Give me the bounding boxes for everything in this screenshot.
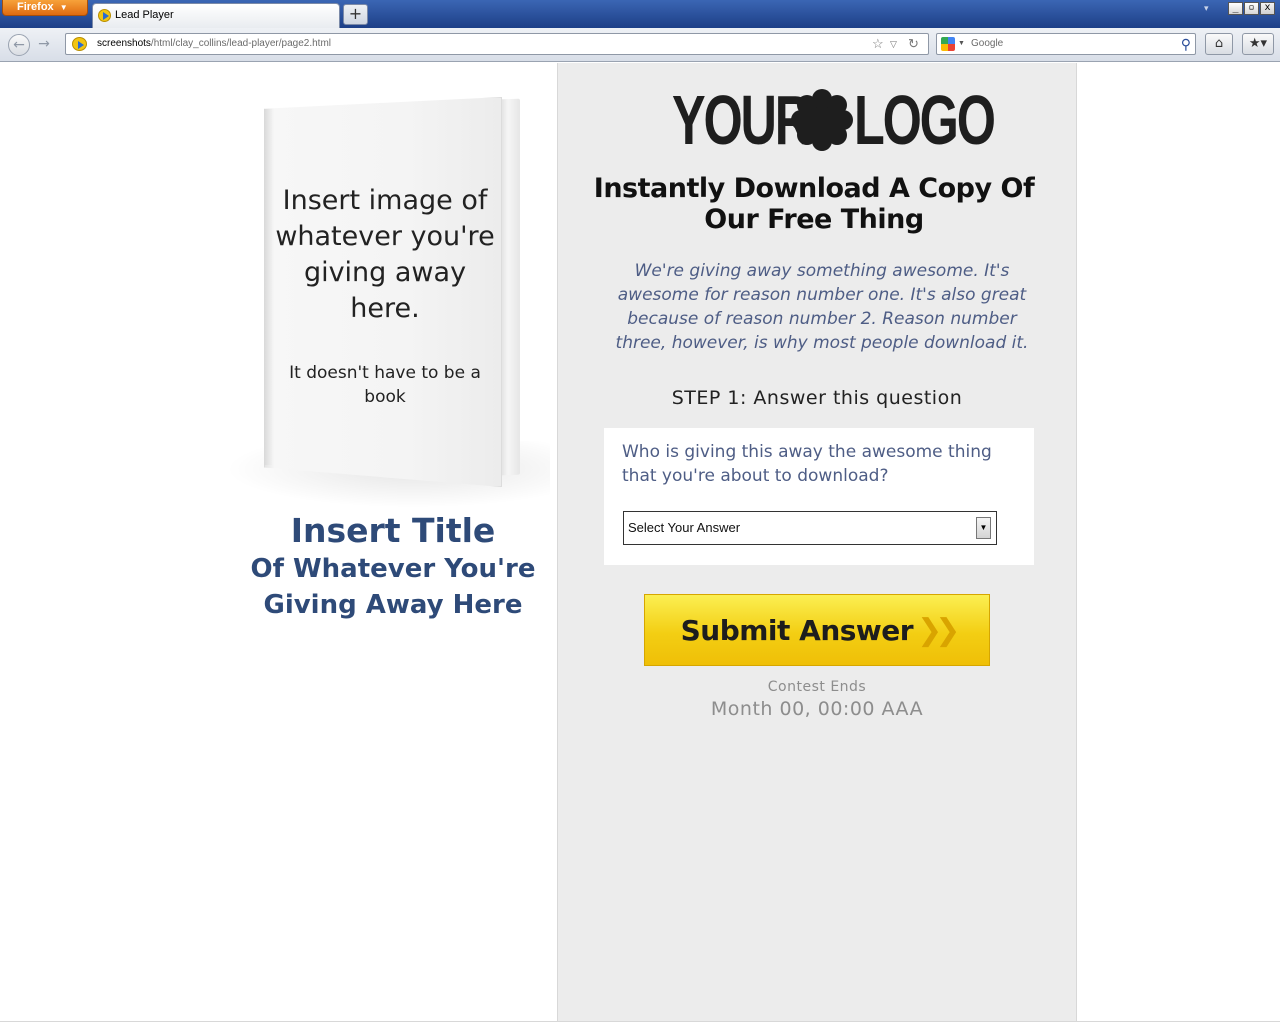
answer-select-value: Select Your Answer: [628, 520, 741, 535]
book-placeholder-text: Insert image of whatever you're giving a…: [275, 185, 495, 324]
question-text: Who is giving this away the awesome thin…: [622, 442, 992, 486]
navigation-toolbar: ← → screenshots/html/clay_collins/lead-p…: [0, 28, 1280, 62]
chevron-down-icon[interactable]: ▼: [976, 517, 991, 539]
home-button[interactable]: ⌂: [1205, 33, 1233, 55]
bookmarks-button[interactable]: ★▾: [1242, 33, 1274, 55]
divider: [0, 1021, 1280, 1022]
tab-title: Lead Player: [115, 9, 174, 21]
forward-arrow-icon: →: [38, 36, 50, 52]
url-host: screenshots: [97, 38, 151, 49]
search-placeholder: Google: [971, 38, 1004, 49]
description: We're giving away something awesome. It'…: [615, 261, 1029, 353]
headline: Instantly Download A Copy Of Our Free Th…: [593, 173, 1035, 235]
logo-word-right: LOGO: [854, 81, 996, 159]
search-bar[interactable]: ▼ Google ⚲: [936, 33, 1196, 55]
question-box: Who is giving this away the awesome thin…: [604, 428, 1034, 565]
home-icon: ⌂: [1214, 36, 1224, 51]
offer-subtitle: Of Whatever You're Giving Away Here: [250, 554, 536, 620]
search-icon[interactable]: ⚲: [1181, 34, 1191, 54]
new-tab-button[interactable]: +: [343, 4, 368, 25]
forward-button[interactable]: →: [33, 34, 55, 56]
contest-ends-label: Contest Ends: [767, 679, 867, 695]
bookmarks-icon: ★▾: [1248, 36, 1268, 51]
reload-icon[interactable]: ↻: [908, 34, 919, 54]
google-icon[interactable]: [941, 37, 955, 51]
url-dropdown-icon[interactable]: ▽: [890, 34, 897, 54]
back-button[interactable]: ←: [8, 34, 30, 56]
submit-button-label: Submit Answer: [680, 614, 914, 647]
play-icon: [98, 9, 111, 22]
flower-logo-icon: [791, 89, 853, 151]
book-subtext: It doesn't have to be a book: [289, 363, 481, 407]
url-bar[interactable]: screenshots/html/clay_collins/lead-playe…: [65, 33, 929, 55]
restore-button[interactable]: ▫: [1244, 2, 1259, 15]
book-pages: [500, 98, 520, 476]
chevron-down-icon[interactable]: ▼: [958, 34, 965, 54]
firefox-menu-label: Firefox: [17, 1, 54, 13]
chevron-down-icon[interactable]: ▾: [1204, 4, 1209, 14]
step-label: STEP 1: Answer this question: [671, 387, 963, 409]
contest-end-date: Month 00, 00:00 AAA: [710, 698, 924, 720]
tab-lead-player[interactable]: Lead Player: [92, 3, 340, 28]
minimize-button[interactable]: _: [1228, 2, 1243, 15]
chevron-down-icon: ▼: [59, 3, 68, 12]
url-path: /html/clay_collins/lead-player/page2.htm…: [150, 38, 332, 49]
bookmark-star-icon[interactable]: ☆: [872, 34, 884, 54]
double-chevron-right-icon: ❯❯: [917, 613, 960, 648]
logo-word-left: YOUR: [672, 81, 811, 159]
offer-title: Insert Title: [290, 511, 496, 550]
back-arrow-icon: ←: [13, 37, 25, 53]
site-favicon-icon: [72, 37, 87, 51]
submit-answer-button[interactable]: Submit Answer ❯❯: [644, 594, 990, 666]
firefox-menu-button[interactable]: Firefox ▼: [2, 0, 88, 16]
page-content: Insert image of whatever you're giving a…: [0, 63, 1280, 1024]
close-button[interactable]: x: [1260, 2, 1275, 15]
logo: YOUR LOGO: [672, 81, 996, 159]
title-bar: Firefox ▼ Lead Player + ▾ _ ▫ x: [0, 0, 1280, 28]
answer-select[interactable]: Select Your Answer ▼: [623, 511, 997, 545]
